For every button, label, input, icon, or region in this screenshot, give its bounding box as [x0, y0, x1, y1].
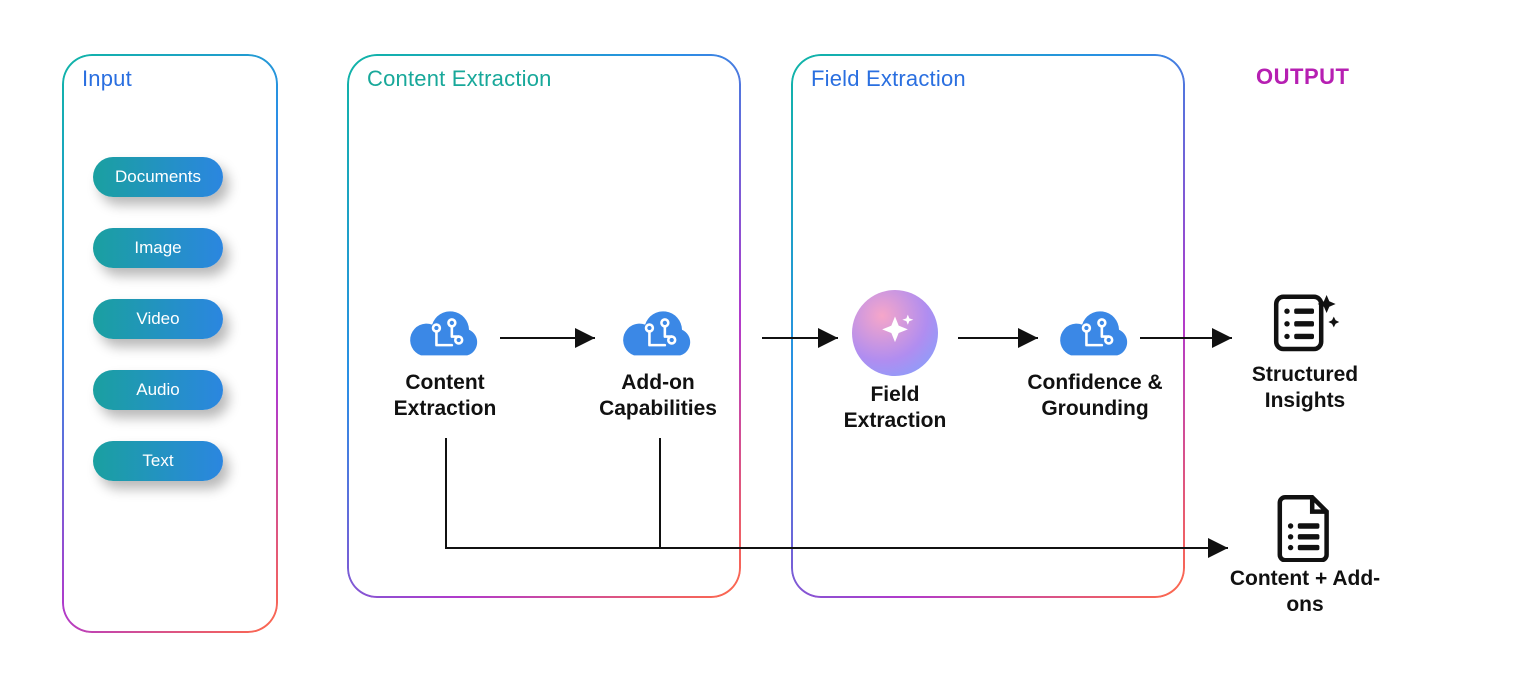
document-list-icon: [1269, 490, 1341, 562]
pill-text: Text: [93, 441, 223, 481]
output-structured-insights: Structured Insights: [1225, 286, 1385, 415]
panel-input: Input: [64, 56, 276, 631]
output-content-addons-label: Content + Add-ons: [1225, 566, 1385, 619]
output-structured-insights-label: Structured Insights: [1225, 362, 1385, 415]
node-content-extraction: Content Extraction: [370, 304, 520, 423]
pill-image: Image: [93, 228, 223, 268]
node-field-extraction-label: Field Extraction: [820, 382, 970, 435]
output-title: OUTPUT: [1256, 64, 1349, 90]
node-addon-capabilities-label: Add-on Capabilities: [583, 370, 733, 423]
panel-field-extraction-title: Field Extraction: [811, 66, 966, 92]
node-confidence-grounding: Confidence & Grounding: [1020, 304, 1170, 423]
pill-video: Video: [93, 299, 223, 339]
node-addon-capabilities: Add-on Capabilities: [583, 304, 733, 423]
cloud-icon: [402, 304, 488, 364]
node-field-extraction: Field Extraction: [820, 290, 970, 435]
cloud-icon: [1052, 304, 1138, 364]
pill-documents: Documents: [93, 157, 223, 197]
panel-input-title: Input: [82, 66, 132, 92]
output-content-addons: Content + Add-ons: [1225, 490, 1385, 619]
structured-insights-icon: [1269, 286, 1341, 358]
node-content-extraction-label: Content Extraction: [370, 370, 520, 423]
pill-audio: Audio: [93, 370, 223, 410]
node-confidence-grounding-label: Confidence & Grounding: [1020, 370, 1170, 423]
panel-content-extraction-title: Content Extraction: [367, 66, 552, 92]
sparkle-badge-icon: [852, 290, 938, 376]
cloud-icon: [615, 304, 701, 364]
